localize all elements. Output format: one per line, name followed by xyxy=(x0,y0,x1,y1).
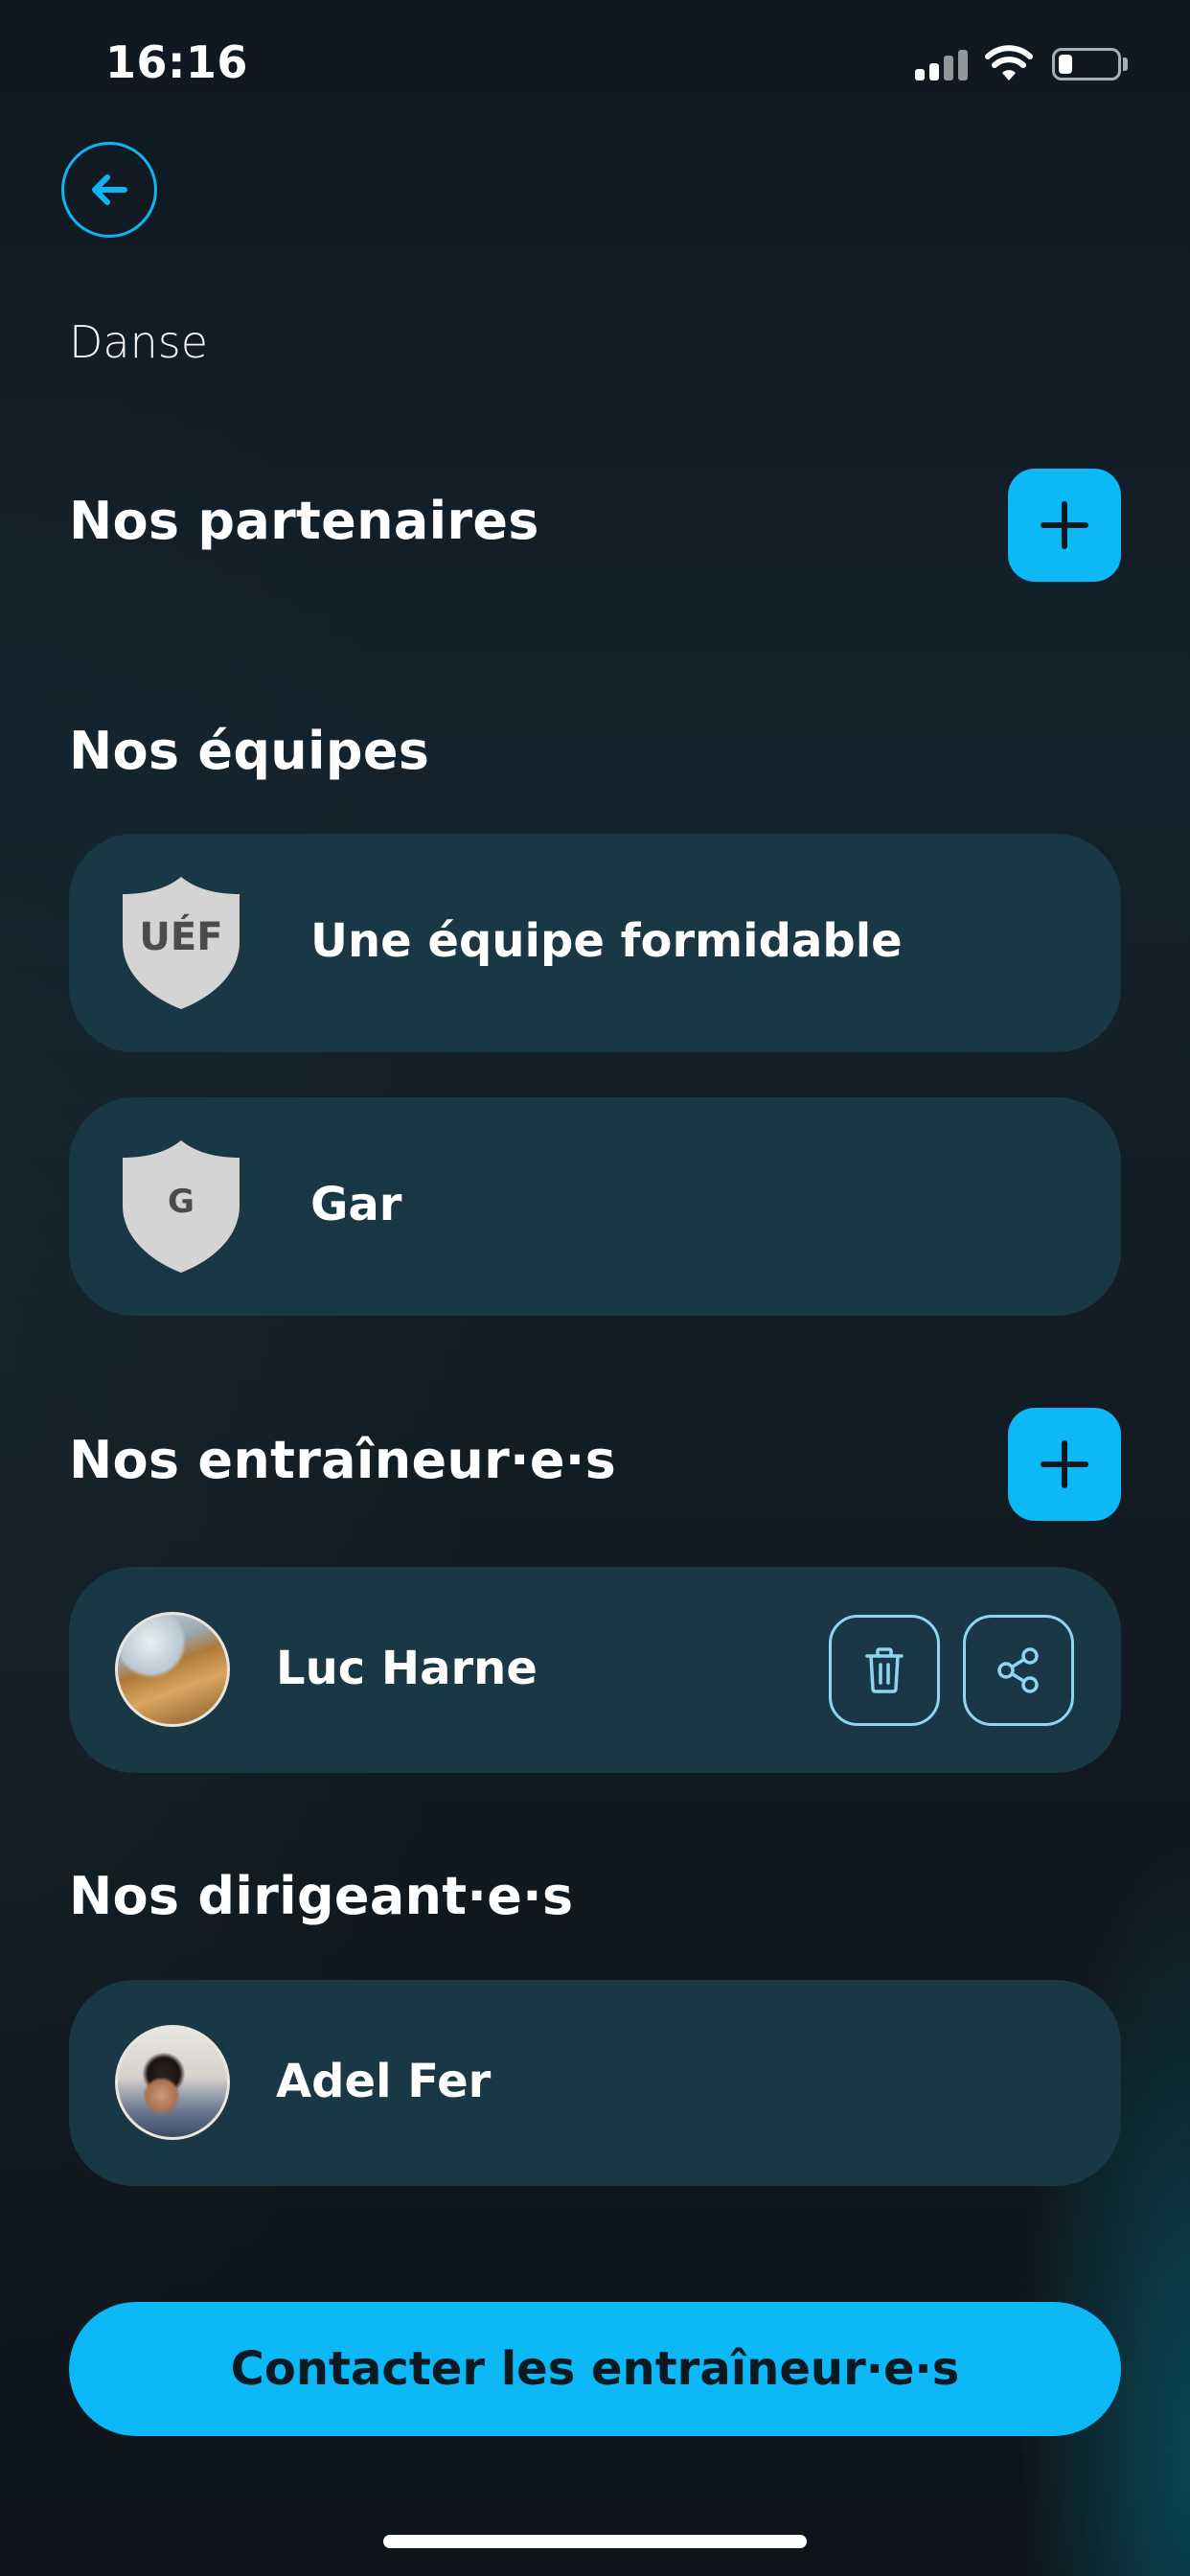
share-icon xyxy=(997,1647,1039,1693)
leader-name: Adel Fer xyxy=(276,2055,492,2108)
team-name: Une équipe formidable xyxy=(310,914,903,968)
coach-name: Luc Harne xyxy=(276,1642,538,1695)
status-time: 16:16 xyxy=(105,36,248,88)
home-indicator xyxy=(383,2535,807,2548)
add-partner-button[interactable] xyxy=(1008,469,1121,582)
leader-card[interactable]: Adel Fer xyxy=(69,1980,1121,2186)
share-coach-button[interactable] xyxy=(963,1615,1074,1726)
trash-icon xyxy=(865,1647,904,1693)
plus-icon xyxy=(1041,1440,1088,1488)
wifi-icon xyxy=(985,45,1033,80)
battery-cap xyxy=(1123,58,1128,71)
team-name: Gar xyxy=(310,1178,402,1231)
section-title-teams: Nos équipes xyxy=(69,721,430,781)
contact-coaches-button[interactable]: Contacter les entraîneur·e·s xyxy=(69,2302,1121,2436)
breadcrumb: Danse xyxy=(69,316,209,368)
add-coach-button[interactable] xyxy=(1008,1408,1121,1521)
team-card[interactable]: G Gar xyxy=(69,1097,1121,1316)
section-title-leaders: Nos dirigeant·e·s xyxy=(69,1866,574,1926)
cellular-signal-icon xyxy=(915,50,969,80)
section-title-partners: Nos partenaires xyxy=(69,491,539,551)
plus-icon xyxy=(1041,501,1088,549)
delete-coach-button[interactable] xyxy=(829,1615,940,1726)
team-initials: G xyxy=(168,1183,195,1221)
avatar xyxy=(115,2025,230,2140)
back-arrow-icon xyxy=(92,174,127,205)
team-card[interactable]: UÉF Une équipe formidable xyxy=(69,834,1121,1052)
back-button[interactable] xyxy=(61,142,157,238)
avatar xyxy=(115,1612,230,1727)
battery-icon xyxy=(1052,48,1121,80)
team-initials: UÉF xyxy=(139,915,223,959)
coach-card[interactable]: Luc Harne xyxy=(69,1567,1121,1773)
section-title-coaches: Nos entraîneur·e·s xyxy=(69,1430,617,1490)
